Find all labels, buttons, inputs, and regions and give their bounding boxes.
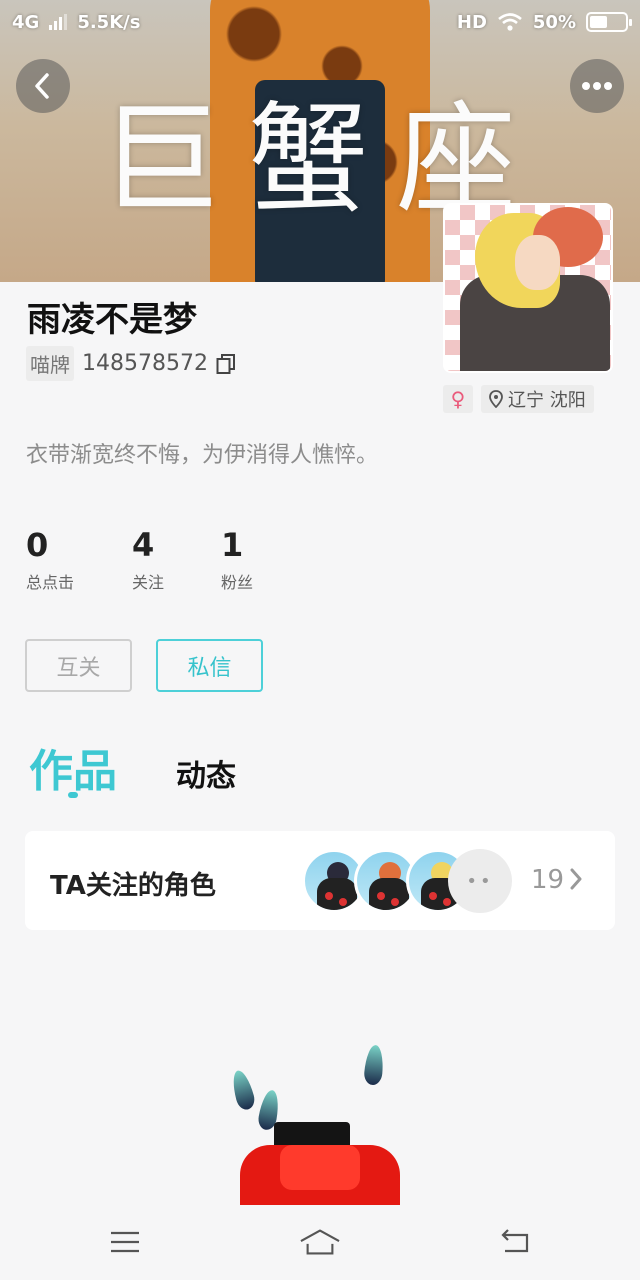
stat-total-clicks[interactable]: 0 总点击 (26, 525, 132, 593)
menu-icon (111, 1231, 139, 1253)
status-bar: 4G 5.5K/s HD 50% (0, 0, 640, 44)
stat-value: 4 (132, 526, 155, 564)
character-avatars: •• (302, 849, 512, 913)
id-label: 喵牌 (26, 346, 74, 381)
location-tag: 辽宁 沈阳 (481, 385, 594, 413)
character-count: 19 (531, 865, 565, 895)
location-text: 辽宁 沈阳 (508, 390, 586, 411)
id-number: 148578572 (82, 351, 208, 376)
stat-label: 关注 (132, 573, 165, 592)
system-nav-bar (0, 1205, 640, 1280)
more-dots-icon (582, 82, 612, 90)
copy-icon[interactable] (216, 353, 236, 375)
tab-works[interactable]: 作品 (29, 735, 117, 799)
nav-home-button[interactable] (300, 1225, 340, 1259)
battery-percent: 50% (532, 11, 576, 33)
gender-tag: ♀ (443, 385, 473, 413)
back-button[interactable] (16, 59, 70, 113)
network-speed: 5.5K/s (77, 11, 141, 33)
private-message-button[interactable]: 私信 (156, 639, 263, 692)
stat-label: 粉丝 (221, 573, 254, 592)
location-pin-icon (489, 390, 503, 408)
chevron-left-icon (35, 73, 49, 99)
stat-following[interactable]: 4 关注 (132, 525, 221, 593)
network-type: 4G (12, 11, 40, 33)
home-icon (300, 1229, 340, 1255)
female-icon: ♀ (450, 387, 466, 411)
stat-value: 0 (26, 526, 49, 564)
card-title: TA关注的角色 (50, 871, 216, 901)
back-arrow-icon (501, 1229, 529, 1253)
active-tab-indicator (68, 792, 78, 798)
mutual-follow-button[interactable]: 互关 (25, 639, 132, 692)
empty-state-illustration (229, 1040, 410, 1205)
stats-row: 0 总点击 4 关注 1 粉丝 (26, 525, 253, 593)
avatar[interactable] (443, 203, 613, 373)
followed-characters-card[interactable]: TA关注的角色 •• 19 (25, 831, 615, 930)
stat-followers[interactable]: 1 粉丝 (221, 525, 253, 593)
tab-moments[interactable]: 动态 (176, 751, 236, 795)
hd-indicator: HD (456, 11, 487, 33)
more-characters-indicator: •• (448, 849, 512, 913)
battery-icon (586, 12, 632, 32)
stat-value: 1 (221, 526, 244, 564)
wifi-icon (498, 13, 522, 31)
chevron-right-icon (570, 868, 582, 890)
nav-back-button[interactable] (495, 1225, 535, 1259)
cell-signal-icon (49, 14, 68, 30)
user-id-row: 喵牌 148578572 (26, 346, 236, 381)
signature: 衣带渐宽终不悔，为伊消得人憔悴。 (26, 443, 379, 468)
nav-menu-button[interactable] (105, 1225, 145, 1259)
more-button[interactable] (570, 59, 624, 113)
nickname: 雨凌不是梦 (27, 300, 197, 340)
stat-label: 总点击 (26, 573, 75, 592)
